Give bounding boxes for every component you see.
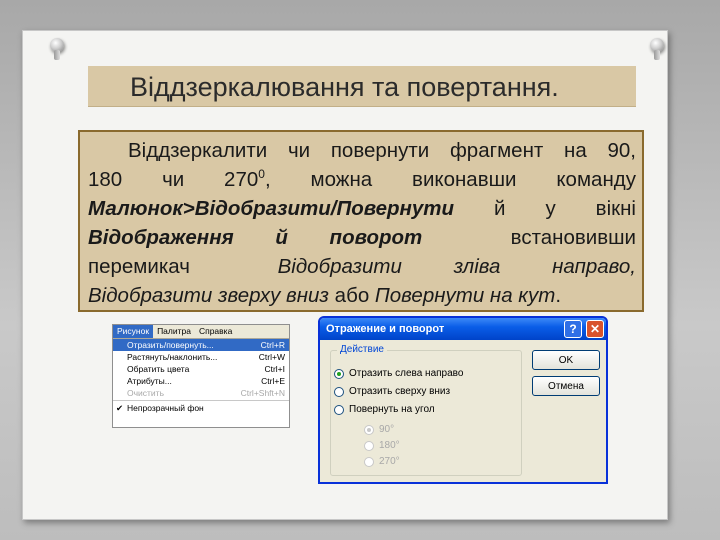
radio-icon [334, 386, 344, 397]
radio-angle-180[interactable]: 180° [364, 440, 400, 451]
ok-button[interactable]: OK [532, 350, 600, 370]
radio-icon [364, 440, 374, 451]
radio-flip-horizontal[interactable]: Отразить слева направо [334, 368, 463, 379]
radio-rotate-angle[interactable]: Повернуть на угол [334, 404, 435, 415]
image-menu-screenshot: Рисунок Палитра Справка Отразить/поверну… [112, 324, 290, 428]
window-name-text: Відображення й поворот [88, 226, 423, 249]
body-line-3: Малюнок>Відобразити/Повернути й у вікні [88, 194, 636, 223]
pin-right-icon [650, 38, 664, 60]
checkmark-icon: ✔ [116, 403, 124, 413]
slide-title: Віддзеркалювання та повертання. [130, 72, 559, 102]
body-line-5: перемикач Відобразити зліва направо, [88, 255, 636, 278]
body-line-6: Відобразити зверху вниз або Повернути на… [88, 284, 562, 307]
menu-item-stretch-skew[interactable]: Растянуть/наклонить... Ctrl+W [113, 351, 289, 363]
menu-item-clear: Очистить Ctrl+Shft+N [127, 388, 285, 398]
radio-icon [334, 404, 344, 415]
menu-bar-palette[interactable]: Палитра [153, 325, 195, 338]
menu-item-flip-rotate[interactable]: Отразить/повернуть... Ctrl+R [113, 339, 289, 351]
radio-icon [364, 456, 374, 467]
menu-item-attributes[interactable]: Атрибуты... Ctrl+E [113, 375, 289, 387]
dialog-title-bar: Отражение и поворот ? ✕ [320, 318, 606, 340]
radio-selected-icon [334, 368, 344, 379]
flip-rotate-dialog: Отражение и поворот ? ✕ Действие Отразит… [318, 316, 608, 484]
radio-selected-icon [364, 424, 374, 435]
dialog-title: Отражение и поворот [326, 323, 445, 335]
menu-bar: Рисунок Палитра Справка [113, 325, 289, 339]
body-line-4: Відображення й поворот встановивши [88, 223, 636, 252]
help-button[interactable]: ? [564, 320, 582, 338]
menu-bar-help[interactable]: Справка [195, 325, 236, 338]
body-text-box: Віддзеркалити чи повернути фрагмент на 9… [78, 130, 644, 312]
close-button[interactable]: ✕ [586, 320, 604, 338]
menu-item-invert-colors[interactable]: Обратить цвета Ctrl+I [113, 363, 289, 375]
command-text: Малюнок>Відобразити/Повернути [88, 197, 455, 220]
menu-item-opaque-bg[interactable]: ✔ Непрозрачный фон [113, 402, 289, 414]
radio-angle-270[interactable]: 270° [364, 456, 400, 467]
menu-bar-image[interactable]: Рисунок [113, 325, 154, 338]
radio-flip-vertical[interactable]: Отразить сверху вниз [334, 386, 450, 397]
radio-angle-90[interactable]: 90° [364, 424, 394, 435]
action-group-label: Действие [337, 344, 387, 355]
pin-left-icon [50, 38, 64, 60]
body-line-1: Віддзеркалити чи повернути фрагмент на 9… [128, 139, 636, 162]
cancel-button[interactable]: Отмена [532, 376, 600, 396]
body-line-2: 180 чи 2700, можна виконавши команду [88, 167, 636, 191]
menu-separator [113, 400, 289, 401]
